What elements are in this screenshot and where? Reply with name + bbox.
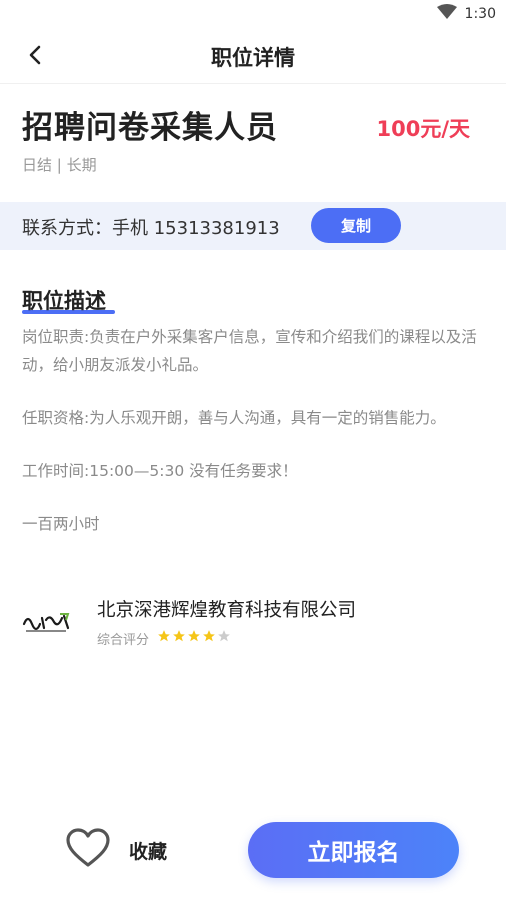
description-paragraph: 岗位职责:负责在户外采集客户信息，宣传和介绍我们的课程以及活动，给小朋友派发小礼… — [22, 328, 477, 374]
star-icon — [187, 628, 201, 647]
star-icon — [202, 628, 216, 647]
section-title: 职位描述 — [22, 289, 106, 313]
star-icon — [172, 628, 186, 647]
favorite-label: 收藏 — [129, 840, 168, 863]
job-title: 招聘问卷采集人员 — [22, 110, 278, 146]
page-title: 职位详情 — [211, 46, 295, 70]
status-time: 1:30 — [464, 6, 496, 22]
job-meta: 日结 | 长期 — [22, 156, 97, 174]
star-icon — [157, 628, 171, 647]
description-paragraph: 一百两小时 — [22, 515, 100, 533]
company-card[interactable]: 北京深港辉煌教育科技有限公司 综合评分 — [22, 596, 492, 656]
contact-bar: 联系方式：手机 15313381913 复制 — [0, 202, 506, 250]
star-icon — [217, 628, 231, 647]
job-description: 岗位职责:负责在户外采集客户信息，宣传和介绍我们的课程以及活动，给小朋友派发小礼… — [22, 323, 488, 538]
rating-label: 综合评分 — [97, 633, 150, 648]
apply-button[interactable]: 立即报名 — [248, 822, 459, 878]
company-name: 北京深港辉煌教育科技有限公司 — [97, 600, 357, 621]
rating-stars — [157, 628, 231, 647]
favorite-button[interactable]: 收藏 — [65, 828, 167, 872]
bottom-bar: 收藏 立即报名 — [0, 810, 506, 900]
status-right: 1:30 — [436, 4, 496, 24]
contact-text: 联系方式：手机 15313381913 — [22, 218, 280, 239]
heart-icon — [65, 828, 111, 872]
description-paragraph: 任职资格:为人乐观开朗，善与人沟通，具有一定的销售能力。 — [22, 409, 446, 427]
status-bar: 1:30 — [0, 0, 506, 28]
company-logo — [22, 610, 70, 634]
description-paragraph: 工作时间:15:00—5:30 没有任务要求！ — [22, 462, 298, 480]
copy-button[interactable]: 复制 — [311, 208, 401, 243]
wifi-icon — [436, 4, 457, 24]
job-salary: 100元/天 — [376, 117, 470, 141]
nav-bar: 职位详情 — [0, 28, 506, 84]
